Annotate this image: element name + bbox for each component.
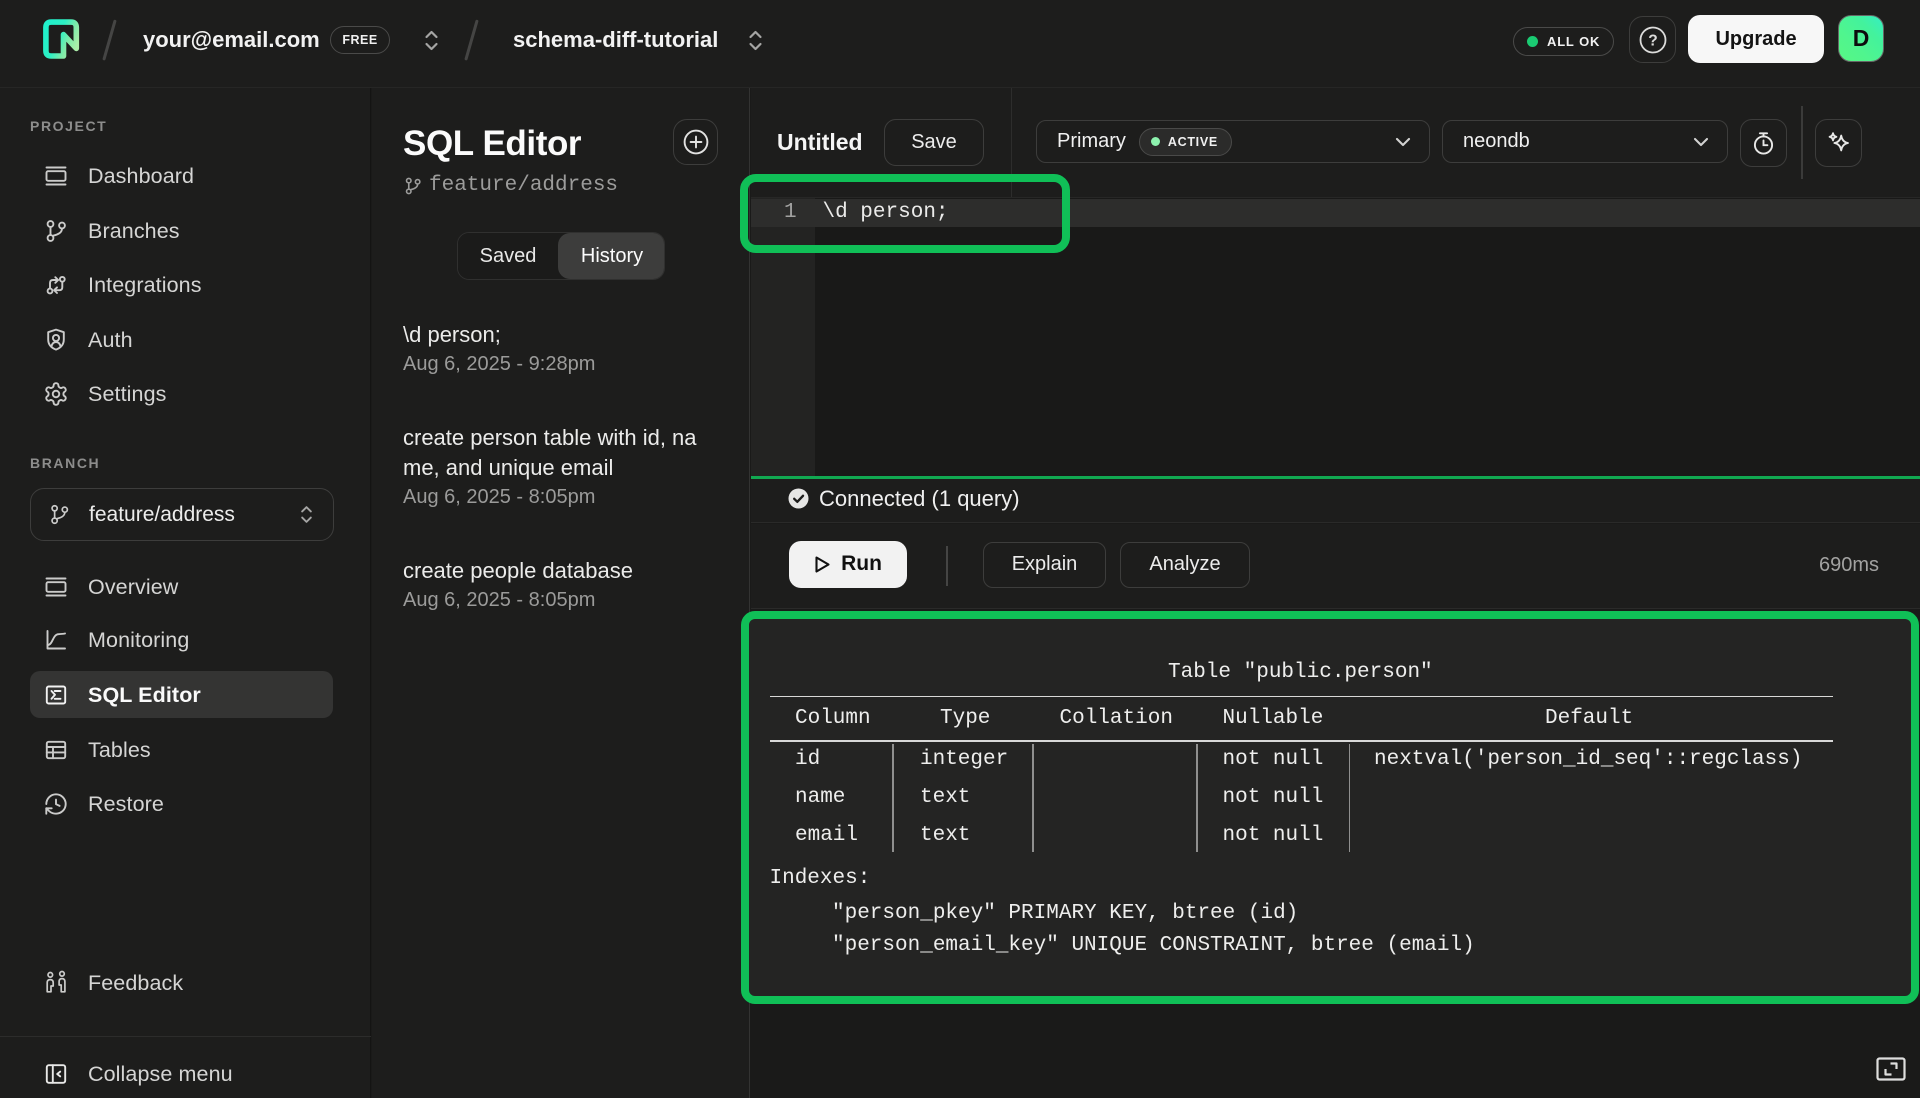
- svg-text:?: ?: [1648, 32, 1657, 49]
